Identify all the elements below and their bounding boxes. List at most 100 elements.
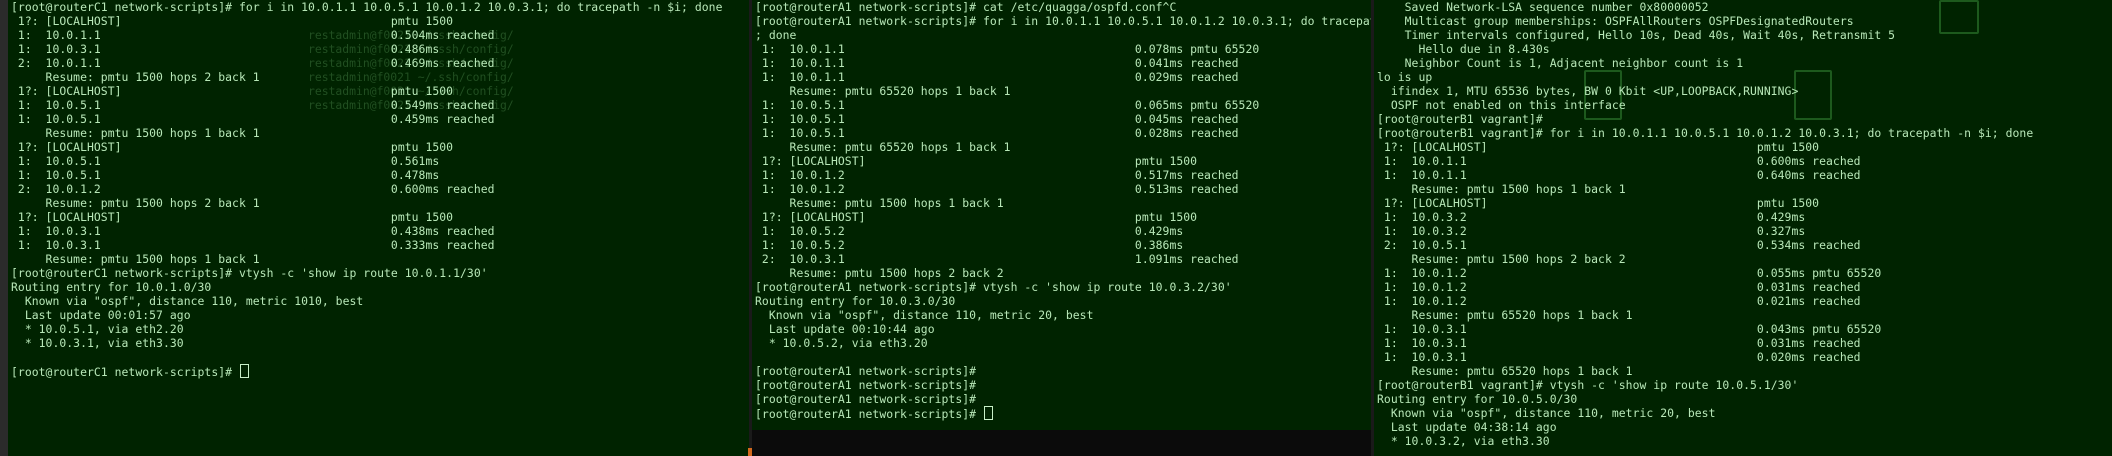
terminal-line: Resume: pmtu 1500 hops 1 back 1	[755, 196, 1004, 210]
terminal-line: 1: 10.0.1.1 0.504ms reached	[11, 28, 495, 42]
terminal-line: [root@routerA1 network-scripts]# for i i…	[755, 14, 1372, 28]
terminal-line: 1: 10.0.5.1 0.478ms	[11, 168, 440, 182]
desktop-edge	[0, 0, 8, 456]
terminal-line: 1: 10.0.1.1 0.078ms pmtu 65520	[755, 42, 1260, 56]
terminal-line: 1: 10.0.1.1 0.041ms reached	[755, 56, 1239, 70]
terminal-line: Resume: pmtu 65520 hops 1 back 1	[755, 140, 1011, 154]
terminal-line: 1: 10.0.5.2 0.429ms	[755, 224, 1184, 238]
taskbar-marker	[748, 448, 752, 456]
terminal-line: 1: 10.0.1.2 0.031ms reached	[1377, 280, 1861, 294]
terminal-line: 1?: [LOCALHOST] pmtu 1500	[755, 210, 1198, 224]
terminal-line: Resume: pmtu 1500 hops 1 back 1	[11, 252, 260, 266]
terminal-line: 2: 10.0.1.2 0.600ms reached	[11, 182, 495, 196]
terminal-line: Resume: pmtu 1500 hops 2 back 1	[11, 196, 260, 210]
terminal-output-routerC1[interactable]: [root@routerC1 network-scripts]# for i i…	[11, 0, 749, 379]
terminal-line: Resume: pmtu 1500 hops 2 back 1	[11, 70, 260, 84]
terminal-line: 1?: [LOCALHOST] pmtu 1500	[1377, 140, 1820, 154]
terminal-line: * 10.0.5.1, via eth2.20	[11, 322, 184, 336]
terminal-line: [root@routerA1 network-scripts]#	[755, 378, 977, 392]
terminal-line: 1?: [LOCALHOST] pmtu 1500	[11, 84, 454, 98]
terminal-line: [root@routerA1 network-scripts]# vtysh -…	[755, 280, 1232, 294]
terminal-line: Hello due in 8.430s	[1377, 42, 1550, 56]
terminal-line: 1: 10.0.1.1 0.640ms reached	[1377, 168, 1861, 182]
terminal-line: 1?: [LOCALHOST] pmtu 1500	[1377, 196, 1820, 210]
terminal-line: [root@routerA1 network-scripts]#	[755, 392, 977, 406]
terminal-line: 1: 10.0.1.1 0.029ms reached	[755, 70, 1239, 84]
terminal-line: Neighbor Count is 1, Adjacent neighbor c…	[1377, 56, 1744, 70]
terminal-line: 1: 10.0.3.2 0.429ms	[1377, 210, 1806, 224]
terminal-line: 1: 10.0.5.1 0.045ms reached	[755, 112, 1239, 126]
terminal-line: Resume: pmtu 1500 hops 2 back 2	[1377, 252, 1626, 266]
terminal-line: 1: 10.0.3.1 0.043ms pmtu 65520	[1377, 322, 1882, 336]
terminal-line: Resume: pmtu 65520 hops 1 back 1	[755, 84, 1011, 98]
terminal-line: 1: 10.0.3.1 0.333ms reached	[11, 238, 495, 252]
terminal-line: Known via "ospf", distance 110, metric 1…	[11, 294, 364, 308]
terminal-line: 2: 10.0.5.1 0.534ms reached	[1377, 238, 1861, 252]
terminal-line: Multicast group memberships: OSPFAllRout…	[1377, 14, 1854, 28]
text-cursor	[983, 406, 993, 420]
text-cursor	[239, 364, 249, 378]
terminal-line: Last update 00:10:44 ago	[755, 322, 935, 336]
terminal-line: [root@routerA1 network-scripts]#	[755, 406, 1372, 421]
terminal-line: Resume: pmtu 1500 hops 2 back 2	[755, 266, 1004, 280]
terminal-output-routerB1[interactable]: Saved Network-LSA sequence number 0x8000…	[1377, 0, 2112, 448]
terminal-line: 1: 10.0.3.1 0.031ms reached	[1377, 336, 1861, 350]
terminal-line: Saved Network-LSA sequence number 0x8000…	[1377, 0, 1709, 14]
terminal-line: 1: 10.0.3.2 0.327ms	[1377, 224, 1806, 238]
terminal-line: 2: 10.0.1.1 0.469ms reached	[11, 56, 495, 70]
terminal-line: 1: 10.0.5.1 0.549ms reached	[11, 98, 495, 112]
terminal-line: [root@routerA1 network-scripts]# cat /et…	[755, 0, 1177, 14]
terminal-line: 1?: [LOCALHOST] pmtu 1500	[11, 210, 454, 224]
terminal-window-routerB1[interactable]: Saved Network-LSA sequence number 0x8000…	[1374, 0, 2112, 456]
terminal-line: Last update 04:38:14 ago	[1377, 420, 1557, 434]
terminal-line: 1: 10.0.5.2 0.386ms	[755, 238, 1184, 252]
terminal-line: Known via "ospf", distance 110, metric 2…	[755, 308, 1094, 322]
terminal-line: Known via "ospf", distance 110, metric 2…	[1377, 406, 1716, 420]
terminal-line: Resume: pmtu 65520 hops 1 back 1	[1377, 364, 1633, 378]
terminal-line: 1: 10.0.5.1 0.561ms	[11, 154, 440, 168]
terminal-line: 1?: [LOCALHOST] pmtu 1500	[11, 140, 454, 154]
terminal-line: 1?: [LOCALHOST] pmtu 1500	[755, 154, 1198, 168]
terminal-line: 1: 10.0.3.1 0.020ms reached	[1377, 350, 1861, 364]
terminal-line: Routing entry for 10.0.1.0/30	[11, 280, 212, 294]
terminal-line: 1: 10.0.5.1 0.065ms pmtu 65520	[755, 98, 1260, 112]
terminal-line: [root@routerC1 network-scripts]#	[11, 364, 749, 379]
terminal-line: [root@routerA1 network-scripts]#	[755, 364, 977, 378]
terminal-line: 1: 10.0.5.1 0.028ms reached	[755, 126, 1239, 140]
terminal-line: 1: 10.0.1.2 0.517ms reached	[755, 168, 1239, 182]
terminal-line: 1: 10.0.3.1 0.438ms reached	[11, 224, 495, 238]
terminal-line: 1: 10.0.1.2 0.021ms reached	[1377, 294, 1861, 308]
terminal-line: [root@routerB1 vagrant]#	[1377, 112, 1543, 126]
terminal-line: Routing entry for 10.0.5.0/30	[1377, 392, 1578, 406]
terminal-line: OSPF not enabled on this interface	[1377, 98, 1626, 112]
terminal-line: * 10.0.5.2, via eth3.20	[755, 336, 928, 350]
terminal-line: ifindex 1, MTU 65536 bytes, BW 0 Kbit <U…	[1377, 84, 1799, 98]
terminal-line: [root@routerC1 network-scripts]# for i i…	[11, 0, 723, 14]
terminal-line: Routing entry for 10.0.3.0/30	[755, 294, 956, 308]
terminal-line: [root@routerB1 vagrant]# for i in 10.0.1…	[1377, 126, 2034, 140]
terminal-line: 1?: [LOCALHOST] pmtu 1500	[11, 14, 454, 28]
terminal-line: * 10.0.3.1, via eth3.30	[11, 336, 184, 350]
terminal-line: [root@routerB1 vagrant]# vtysh -c 'show …	[1377, 378, 1799, 392]
terminal-line: 1: 10.0.1.2 0.055ms pmtu 65520	[1377, 266, 1882, 280]
terminal-line: Timer intervals configured, Hello 10s, D…	[1377, 28, 1896, 42]
terminal-line: 1: 10.0.1.1 0.600ms reached	[1377, 154, 1861, 168]
terminal-window-routerA1[interactable]: [root@routerA1 network-scripts]# cat /et…	[752, 0, 1372, 456]
terminal-line: Last update 00:01:57 ago	[11, 308, 191, 322]
terminal-line: ; done	[755, 28, 797, 42]
terminal-line: Resume: pmtu 65520 hops 1 back 1	[1377, 308, 1633, 322]
desktop-gap	[752, 430, 1374, 456]
terminal-line: Resume: pmtu 1500 hops 1 back 1	[11, 126, 260, 140]
terminal-output-routerA1[interactable]: [root@routerA1 network-scripts]# cat /et…	[755, 0, 1372, 421]
terminal-line: 1: 10.0.3.1 0.486ms	[11, 42, 440, 56]
terminal-line: 1: 10.0.1.2 0.513ms reached	[755, 182, 1239, 196]
terminal-line: * 10.0.3.2, via eth3.30	[1377, 434, 1550, 448]
terminal-line: Resume: pmtu 1500 hops 1 back 1	[1377, 182, 1626, 196]
terminal-line: 1: 10.0.5.1 0.459ms reached	[11, 112, 495, 126]
terminal-window-routerC1[interactable]: restadmin@f0021 ~/.ssh/config/restadmin@…	[8, 0, 749, 456]
terminal-line: [root@routerC1 network-scripts]# vtysh -…	[11, 266, 488, 280]
terminal-line: 2: 10.0.3.1 1.091ms reached	[755, 252, 1239, 266]
terminal-line: lo is up	[1377, 70, 1433, 84]
